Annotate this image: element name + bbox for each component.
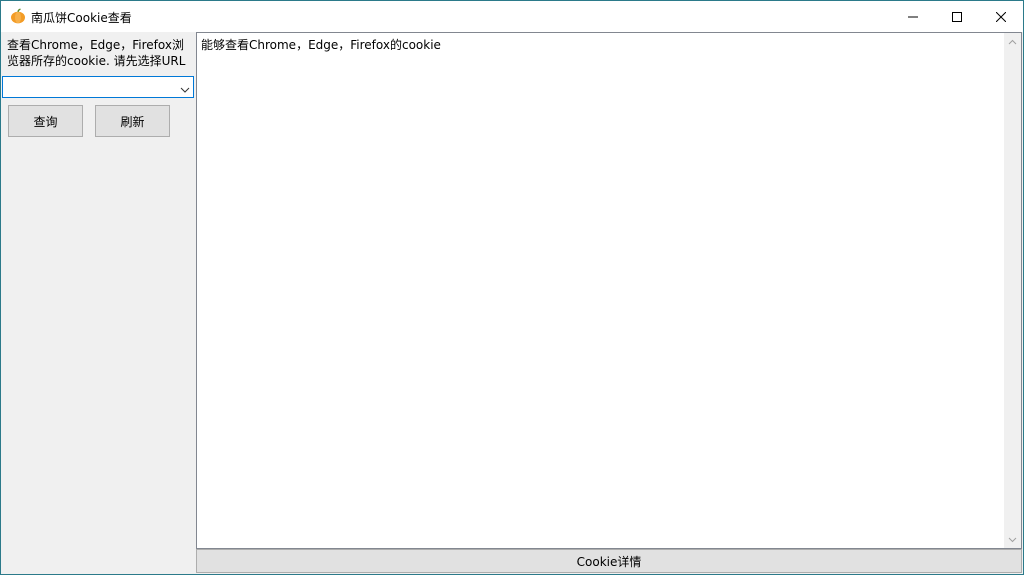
- url-select[interactable]: [2, 76, 194, 98]
- close-icon: [996, 11, 1006, 22]
- query-button[interactable]: 查询: [8, 105, 83, 137]
- title-bar[interactable]: 南瓜饼Cookie查看: [1, 1, 1023, 32]
- main-window: 南瓜饼Cookie查看 查看Chrome，Edge，Firefox浏览器所存的c…: [0, 0, 1024, 575]
- refresh-button[interactable]: 刷新: [95, 105, 170, 137]
- cookie-textarea[interactable]: 能够查看Chrome，Edge，Firefox的cookie: [196, 32, 1022, 549]
- content-text: 能够查看Chrome，Edge，Firefox的cookie: [201, 38, 441, 52]
- cookie-details-button[interactable]: Cookie详情: [196, 549, 1022, 573]
- minimize-button[interactable]: [890, 1, 936, 32]
- chevron-down-icon[interactable]: [180, 83, 190, 93]
- close-button[interactable]: [978, 1, 1023, 32]
- maximize-icon: [952, 11, 962, 22]
- cookie-details-label: Cookie详情: [576, 554, 642, 569]
- pumpkin-icon: [10, 8, 26, 24]
- description-label: 查看Chrome，Edge，Firefox浏览器所存的cookie. 请先选择U…: [7, 38, 186, 68]
- scroll-down-icon[interactable]: [1004, 531, 1021, 548]
- minimize-icon: [908, 12, 918, 22]
- maximize-button[interactable]: [934, 1, 980, 32]
- window-title: 南瓜饼Cookie查看: [31, 11, 132, 25]
- scroll-up-icon[interactable]: [1004, 33, 1021, 50]
- vertical-scrollbar[interactable]: [1004, 33, 1021, 548]
- url-select-value: [7, 80, 173, 94]
- left-panel: 查看Chrome，Edge，Firefox浏览器所存的cookie. 请先选择U…: [1, 32, 195, 574]
